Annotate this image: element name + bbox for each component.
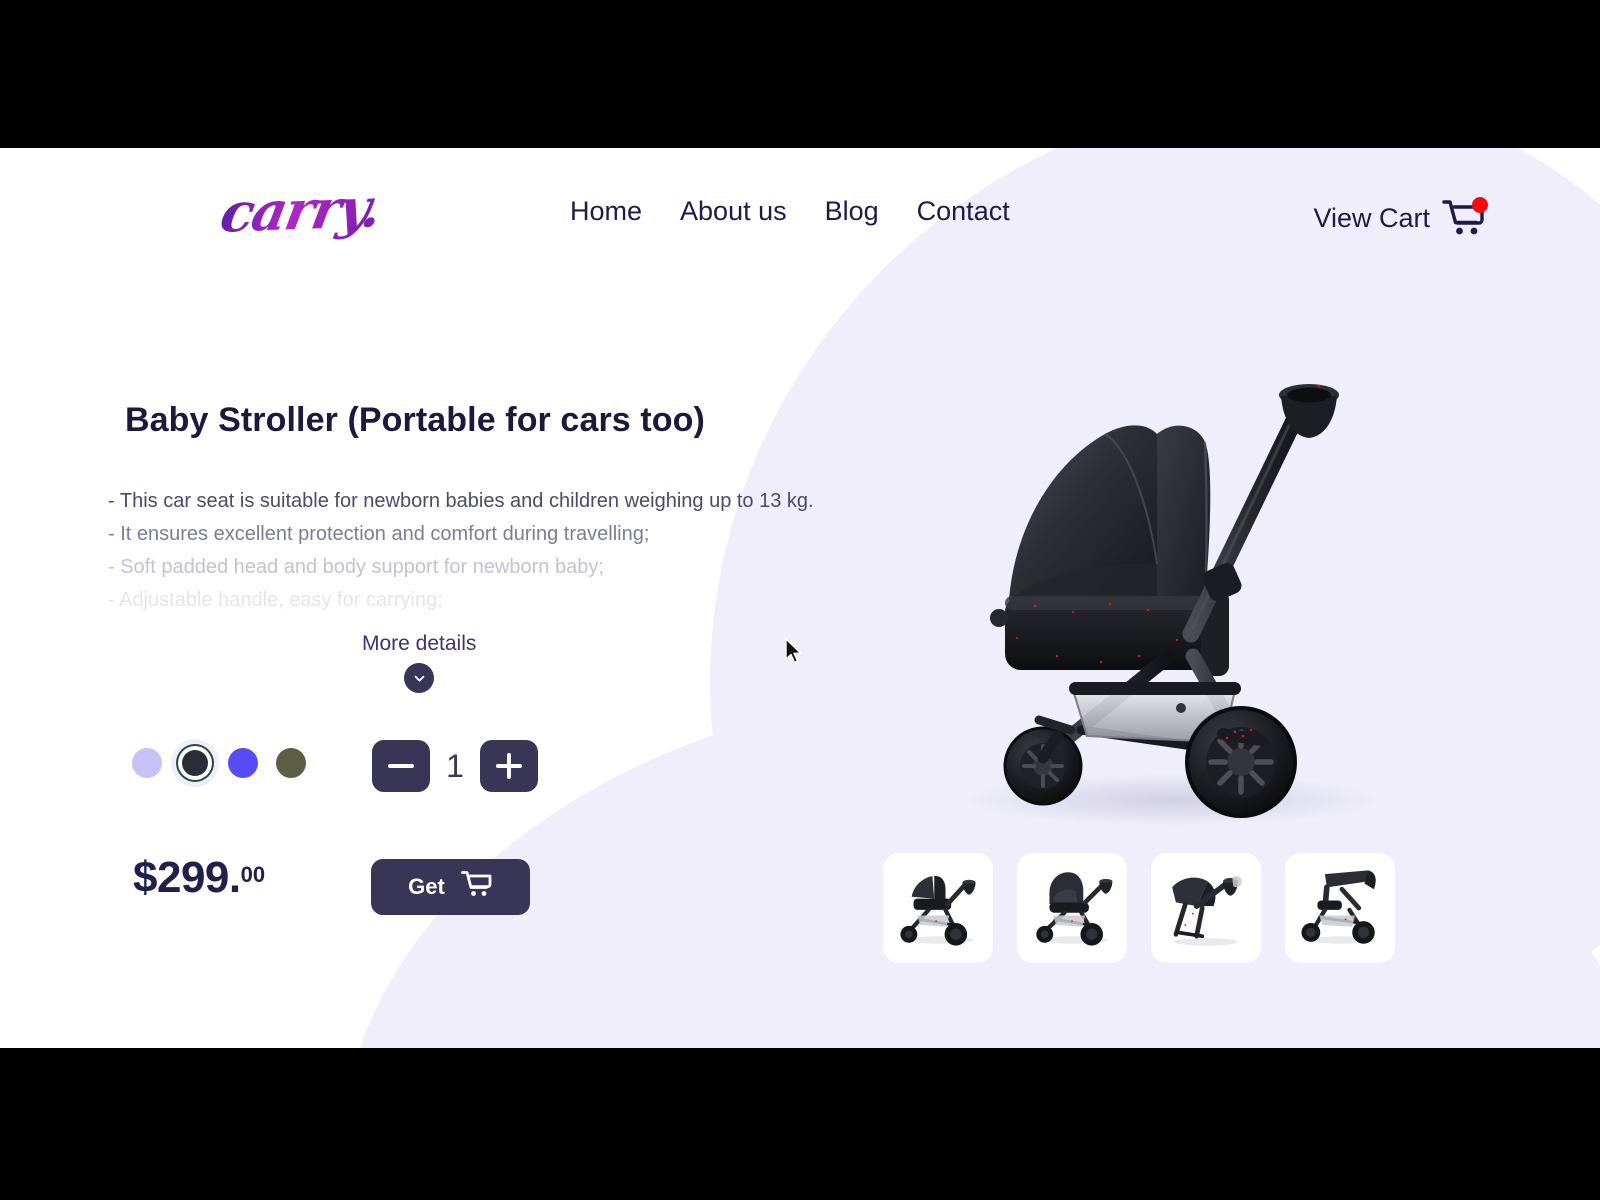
background-blob-bottom-left <box>150 948 1600 1048</box>
shopping-cart-icon <box>1442 196 1488 240</box>
brand-logo[interactable]: carry. <box>216 175 385 244</box>
color-swatch-black[interactable] <box>182 750 208 776</box>
view-cart-label: View Cart <box>1313 202 1430 233</box>
quantity-decrease-button[interactable] <box>372 740 430 792</box>
page-title: Baby Stroller (Portable for cars too) <box>125 401 705 439</box>
color-swatch-olive[interactable] <box>276 748 306 778</box>
nav-item-home[interactable]: Home <box>570 196 642 227</box>
plus-icon-vertical <box>507 753 511 779</box>
site-header: carry. Home About us Blog Contact View C… <box>0 148 1600 268</box>
product-feature-list: - This car seat is suitable for newborn … <box>108 485 898 617</box>
add-to-cart-label: Get <box>408 874 445 899</box>
product-page: carry. Home About us Blog Contact View C… <box>0 148 1600 1048</box>
color-swatch-lavender[interactable] <box>132 748 162 778</box>
product-thumbnail-3[interactable] <box>1151 853 1261 963</box>
product-main-image[interactable] <box>905 338 1425 858</box>
product-thumbnail-list <box>883 853 1395 963</box>
quantity-value: 1 <box>446 747 464 784</box>
nav-item-blog[interactable]: Blog <box>825 196 879 227</box>
feature-item: - Soft padded head and body support for … <box>108 556 604 578</box>
nav-item-contact[interactable]: Contact <box>917 196 1010 227</box>
price-amount: $299. <box>133 853 241 902</box>
quantity-increase-button[interactable] <box>480 740 538 792</box>
product-thumbnail-1[interactable] <box>883 853 993 963</box>
view-cart-button[interactable]: View Cart <box>1313 196 1488 240</box>
price-cents: 00 <box>240 861 266 887</box>
feature-item: - It ensures excellent protection and co… <box>108 523 650 545</box>
mouse-cursor <box>784 638 804 666</box>
chevron-down-icon[interactable] <box>404 663 435 693</box>
cart-badge-dot <box>1472 197 1488 213</box>
more-details-label: More details <box>362 632 477 655</box>
more-details-toggle[interactable]: More details <box>362 632 476 693</box>
color-swatch-indigo[interactable] <box>228 748 258 778</box>
feature-item: - Adjustable handle, easy for carrying; <box>108 589 443 611</box>
quantity-stepper: 1 <box>372 740 538 792</box>
add-to-cart-button[interactable]: Get <box>371 859 530 915</box>
nav-item-about-us[interactable]: About us <box>680 196 787 227</box>
shopping-cart-icon <box>460 869 493 905</box>
screen-letterbox: carry. Home About us Blog Contact View C… <box>0 0 1600 1200</box>
product-thumbnail-2[interactable] <box>1017 853 1127 963</box>
main-navigation: Home About us Blog Contact <box>570 196 1010 227</box>
color-swatch-group <box>132 748 306 778</box>
minus-icon <box>388 764 414 768</box>
product-thumbnail-4[interactable] <box>1285 853 1395 963</box>
feature-item: - This car seat is suitable for newborn … <box>108 490 814 512</box>
product-price: $299.00 <box>133 853 265 903</box>
